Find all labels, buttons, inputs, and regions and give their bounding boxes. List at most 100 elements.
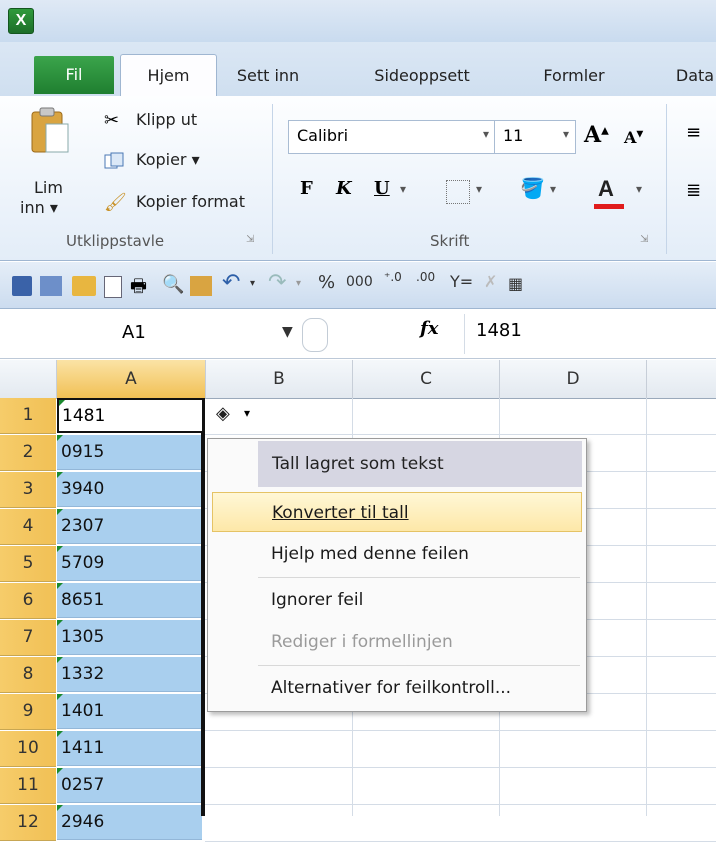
select-all-corner[interactable] <box>0 360 57 399</box>
redo-icon[interactable]: ↷ <box>268 270 286 295</box>
cut-icon[interactable]: ✂ <box>104 110 126 132</box>
thousands-icon[interactable]: 000 <box>346 274 373 290</box>
name-box-splitter[interactable] <box>302 318 328 352</box>
column-header-c[interactable]: C <box>353 360 500 399</box>
filter-icon[interactable]: Y= <box>450 272 473 291</box>
chevron-down-icon[interactable]: ▾ <box>400 182 406 196</box>
row-header[interactable]: 3 <box>0 472 56 508</box>
paste-label[interactable]: Lim <box>34 178 63 197</box>
format-painter-icon[interactable]: 🖌 <box>104 192 128 213</box>
formula-input[interactable]: 1481 <box>476 320 522 341</box>
active-cell-value: 1481 <box>62 406 106 426</box>
percent-icon[interactable]: % <box>318 272 335 293</box>
column-header-d[interactable]: D <box>500 360 647 399</box>
row-header[interactable]: 9 <box>0 694 56 730</box>
row-header[interactable]: 7 <box>0 620 56 656</box>
decrease-decimal-icon[interactable]: .00 <box>416 270 435 284</box>
tab-formulas[interactable]: Formler <box>524 58 624 94</box>
cell-a[interactable]: 2946 <box>57 805 202 840</box>
copy-button[interactable]: Kopier ▾ <box>136 150 200 169</box>
cell-a[interactable]: 1332 <box>57 657 202 692</box>
excel-icon[interactable]: X <box>8 8 34 34</box>
cell-a[interactable]: 5709 <box>57 546 202 581</box>
cell-a[interactable]: 3940 <box>57 472 202 507</box>
name-box[interactable]: A1 ▼ <box>0 312 300 356</box>
tab-home[interactable]: Hjem <box>120 54 217 97</box>
paste-special-icon[interactable] <box>190 276 212 296</box>
row-header[interactable]: 8 <box>0 657 56 693</box>
new-document-icon[interactable] <box>104 276 122 298</box>
menu-item-help[interactable]: Hjelp med denne feilen <box>212 534 582 574</box>
grow-font-icon[interactable]: A▲ <box>584 122 609 148</box>
cell-a[interactable]: 8651 <box>57 583 202 618</box>
menu-item-edit-in-formula-bar[interactable]: Rediger i formellinjen <box>212 622 582 662</box>
active-cell[interactable]: 1481 <box>57 398 204 433</box>
row-header[interactable]: 11 <box>0 768 56 804</box>
fill-color-icon[interactable]: 🪣 <box>520 176 545 200</box>
font-size-box[interactable]: 11 ▾ <box>494 120 576 154</box>
chevron-down-icon[interactable]: ▾ <box>550 182 556 196</box>
menu-separator <box>258 665 580 666</box>
cell-a[interactable]: 1401 <box>57 694 202 729</box>
paste-dropdown[interactable]: inn ▾ <box>20 198 58 217</box>
column-header-a[interactable]: A <box>57 360 206 399</box>
zoom-icon[interactable]: 🔍 <box>162 274 184 295</box>
chevron-down-icon[interactable]: ▾ <box>563 127 569 141</box>
column-header-e[interactable] <box>647 360 716 399</box>
menu-item-label: Ignorer feil <box>271 590 364 610</box>
increase-decimal-icon[interactable]: ⁺.0 <box>384 270 402 284</box>
cut-button[interactable]: Klipp ut <box>136 110 197 129</box>
row-header[interactable]: 4 <box>0 509 56 545</box>
tab-insert[interactable]: Sett inn <box>228 58 308 94</box>
cell-a[interactable]: 0257 <box>57 768 202 803</box>
chevron-down-icon[interactable]: ▾ <box>296 278 301 289</box>
grid-icon[interactable]: ▦ <box>508 274 523 293</box>
save-icon[interactable] <box>12 276 32 296</box>
bold-button[interactable]: F <box>300 178 313 199</box>
borders-icon[interactable] <box>446 180 470 204</box>
fx-button[interactable]: fx <box>420 318 438 339</box>
undo-icon[interactable]: ↶ <box>222 270 240 295</box>
row-header[interactable]: 1 <box>0 398 56 434</box>
chevron-down-icon[interactable]: ▾ <box>476 182 482 196</box>
error-smart-tag[interactable]: ◈ ▾ <box>214 402 262 428</box>
align-top-icon[interactable]: ≡ <box>686 122 701 143</box>
chevron-down-icon[interactable]: ▼ <box>282 324 293 340</box>
print-icon[interactable]: 🖶 <box>130 274 147 304</box>
open-folder-icon[interactable] <box>72 276 96 296</box>
cell-a[interactable]: 0915 <box>57 435 202 470</box>
align-left-icon[interactable]: ≣ <box>686 180 701 201</box>
format-painter-button[interactable]: Kopier format <box>136 192 245 211</box>
italic-button[interactable]: K <box>336 178 352 199</box>
row-header[interactable]: 5 <box>0 546 56 582</box>
clear-filter-icon[interactable]: ✗ <box>484 272 497 291</box>
paste-icon[interactable] <box>30 106 70 156</box>
cell-a[interactable]: 1305 <box>57 620 202 655</box>
row-header[interactable]: 12 <box>0 805 56 841</box>
menu-item-ignore-error[interactable]: Ignorer feil <box>212 580 582 620</box>
shrink-font-icon[interactable]: A▼ <box>624 128 643 147</box>
print-preview-icon[interactable] <box>40 276 62 296</box>
tab-data[interactable]: Data <box>665 58 716 94</box>
menu-item-error-checking-options[interactable]: Alternativer for feilkontroll... <box>212 668 582 708</box>
column-header-b[interactable]: B <box>206 360 353 399</box>
tab-file[interactable]: Fil <box>34 56 114 94</box>
cell-value: 0915 <box>61 442 105 462</box>
chevron-down-icon[interactable]: ▾ <box>250 278 255 289</box>
chevron-down-icon[interactable]: ▾ <box>483 127 489 141</box>
menu-item-convert-to-number[interactable]: Konverter til tall <box>212 492 582 532</box>
underline-button[interactable]: U <box>374 178 390 199</box>
copy-icon[interactable] <box>104 152 126 170</box>
error-indicator <box>57 620 63 626</box>
row-header[interactable]: 6 <box>0 583 56 619</box>
font-name-box[interactable]: Calibri ▾ <box>288 120 496 154</box>
font-color-icon[interactable]: A <box>598 176 614 202</box>
chevron-down-icon[interactable]: ▾ <box>636 182 642 196</box>
cell-a[interactable]: 2307 <box>57 509 202 544</box>
clipboard-launcher-icon[interactable]: ⇲ <box>246 234 254 245</box>
cell-a[interactable]: 1411 <box>57 731 202 766</box>
font-launcher-icon[interactable]: ⇲ <box>640 234 648 245</box>
tab-page-layout[interactable]: Sideoppsett <box>357 58 487 94</box>
row-header[interactable]: 2 <box>0 435 56 471</box>
row-header[interactable]: 10 <box>0 731 56 767</box>
